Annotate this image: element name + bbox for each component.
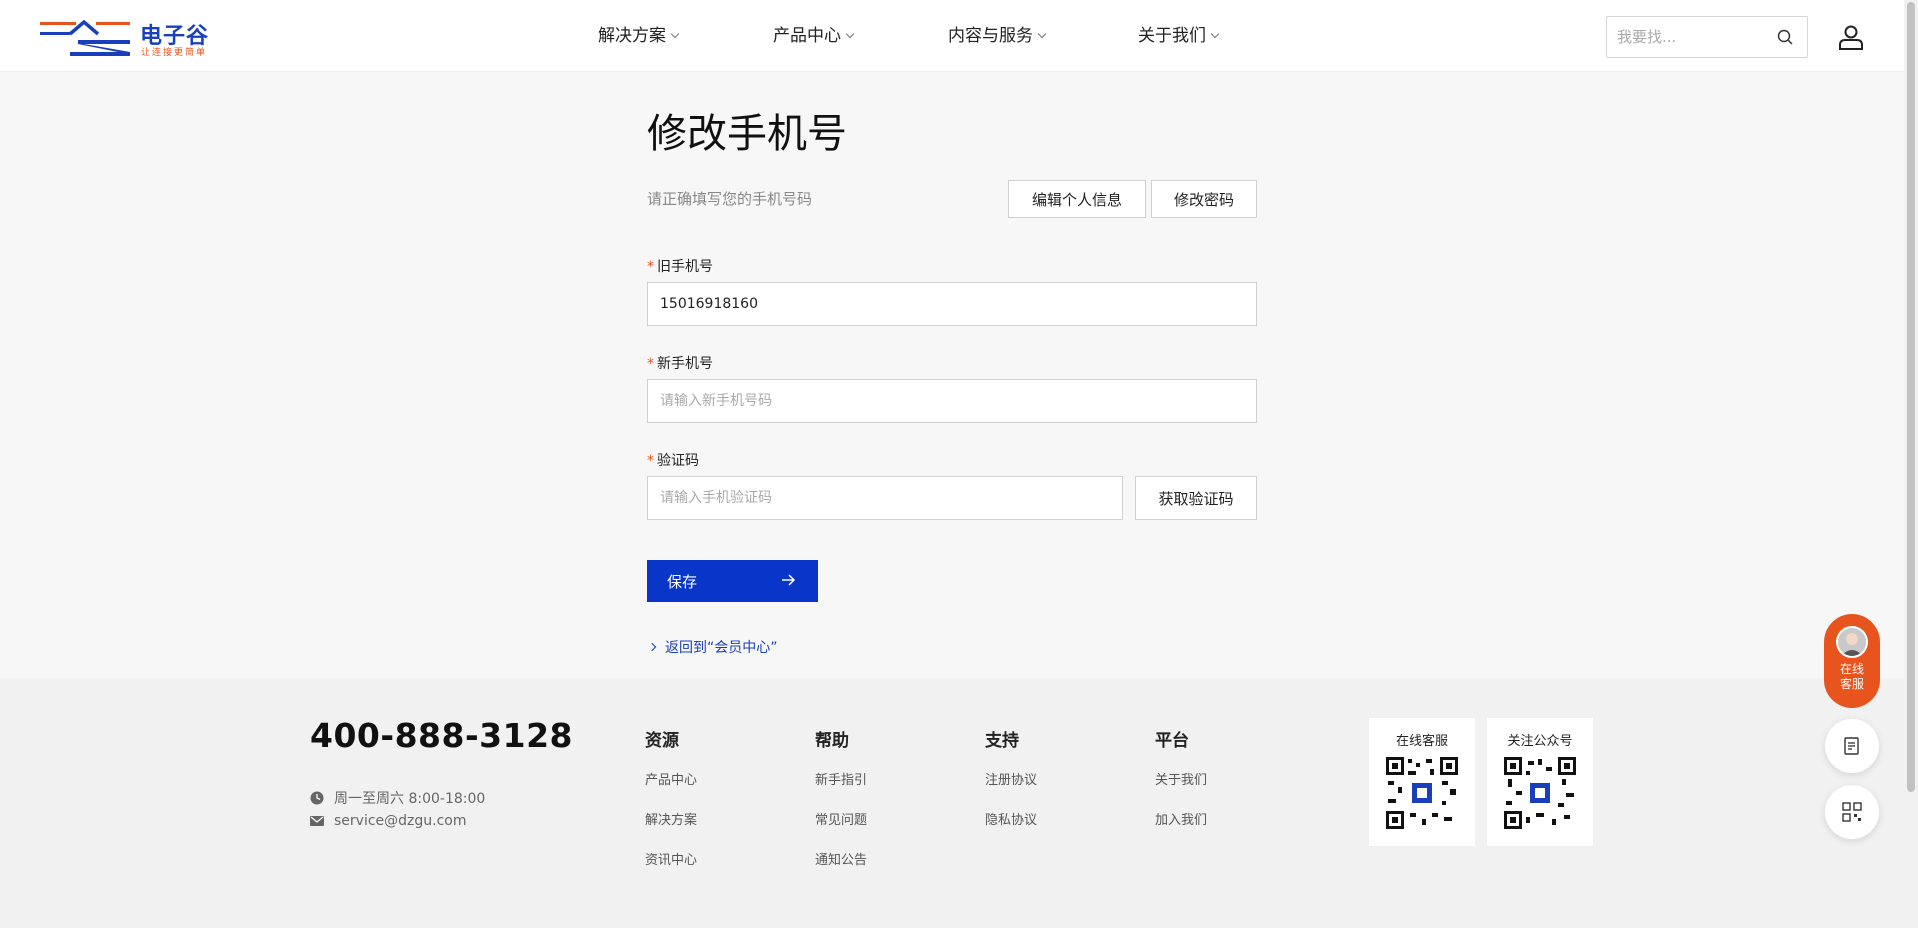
business-hours: 周一至周六 8:00-18:00 (310, 788, 485, 808)
chevron-down-icon (670, 29, 680, 39)
footer-col-help: 帮助 新手指引 常见问题 通知公告 (815, 726, 867, 891)
nav-item-label: 关于我们 (1138, 26, 1206, 46)
feedback-float-button[interactable] (1825, 719, 1879, 773)
scrollbar-thumb[interactable] (1907, 2, 1915, 792)
site-header: 电子谷 让连接更简单 解决方案 产品中心 内容与服务 关于我们 (0, 0, 1904, 72)
service-email-text[interactable]: service@dzgu.com (334, 813, 467, 829)
search-input[interactable] (1617, 17, 1767, 57)
save-button-label: 保存 (667, 572, 698, 591)
footer-link[interactable]: 通知公告 (815, 851, 867, 891)
chevron-down-icon (1210, 29, 1220, 39)
nav-item-solutions[interactable]: 解决方案 (598, 0, 773, 72)
logo-slogan: 让连接更简单 (141, 48, 208, 58)
footer-col-platform: 平台 关于我们 加入我们 (1155, 726, 1207, 851)
chevron-down-icon (1037, 29, 1047, 39)
qr-code-icon (1504, 757, 1576, 829)
document-icon (1844, 737, 1859, 755)
save-button[interactable]: 保存 (647, 560, 818, 602)
user-icon[interactable] (1838, 24, 1864, 50)
main-nav: 解决方案 产品中心 内容与服务 关于我们 (598, 0, 1238, 72)
old-phone-input[interactable] (647, 282, 1257, 326)
page-subtitle: 请正确填写您的手机号码 (647, 190, 813, 208)
old-phone-label: * 旧手机号 (647, 256, 713, 276)
back-link-text: 返回到“会员中心” (665, 640, 778, 656)
required-mark: * (647, 259, 654, 275)
verification-code-input[interactable] (647, 476, 1123, 520)
arrow-right-icon (782, 574, 796, 586)
service-label: 在线客服 (1839, 662, 1864, 691)
footer-link[interactable]: 新手指引 (815, 771, 867, 811)
business-hours-text: 周一至周六 8:00-18:00 (334, 791, 486, 807)
footer-link[interactable]: 常见问题 (815, 811, 867, 851)
footer-link[interactable]: 资讯中心 (645, 851, 697, 891)
online-service-float-button[interactable]: 在线客服 (1824, 614, 1880, 708)
clock-icon (310, 791, 324, 805)
old-phone-label-text: 旧手机号 (657, 259, 713, 275)
qr-title: 关注公众号 (1507, 734, 1573, 749)
footer-col-support: 支持 注册协议 隐私协议 (985, 726, 1037, 851)
mail-icon (310, 816, 324, 826)
new-phone-input[interactable] (647, 379, 1257, 423)
qr-code-icon (1842, 802, 1862, 822)
logo-mark-icon (40, 19, 130, 56)
code-label-text: 验证码 (657, 453, 699, 469)
back-to-member-center-link[interactable]: 返回到“会员中心” (647, 637, 778, 657)
chevron-down-icon (845, 29, 855, 39)
nav-item-label: 解决方案 (598, 26, 666, 46)
required-mark: * (647, 356, 654, 372)
new-phone-label: * 新手机号 (647, 353, 713, 373)
footer-link[interactable]: 加入我们 (1155, 811, 1207, 851)
hotline-phone: 400-888-3128 (310, 716, 574, 755)
nav-item-products[interactable]: 产品中心 (773, 0, 948, 72)
qr-float-button[interactable] (1825, 785, 1879, 839)
footer-link[interactable]: 注册协议 (985, 771, 1037, 811)
site-footer: 400-888-3128 周一至周六 8:00-18:00 service@dz… (0, 678, 1904, 928)
qr-title: 在线客服 (1395, 734, 1448, 749)
chevron-right-icon (647, 642, 657, 652)
avatar-icon (1838, 628, 1866, 656)
page-title: 修改手机号 (647, 111, 847, 157)
get-code-button[interactable]: 获取验证码 (1135, 476, 1257, 520)
nav-item-label: 产品中心 (773, 26, 841, 46)
change-phone-form: 修改手机号 请正确填写您的手机号码 编辑个人信息 修改密码 *旧手机号 *新手机… (647, 110, 1257, 656)
service-email: service@dzgu.com (310, 813, 467, 829)
qr-code-icon (1386, 757, 1458, 829)
footer-link[interactable]: 关于我们 (1155, 771, 1207, 811)
footer-link[interactable]: 隐私协议 (985, 811, 1037, 851)
qr-online-service: 在线客服 (1369, 718, 1475, 846)
logo[interactable]: 电子谷 让连接更简单 (40, 16, 220, 58)
footer-col-title: 帮助 (815, 731, 849, 751)
new-phone-label-text: 新手机号 (657, 356, 713, 372)
qr-official-account: 关注公众号 (1487, 718, 1593, 846)
page-scrollbar[interactable] (1904, 0, 1918, 928)
service-avatar (1836, 626, 1868, 658)
search-icon[interactable] (1777, 29, 1793, 45)
nav-item-about[interactable]: 关于我们 (1138, 0, 1238, 72)
search-box (1606, 16, 1808, 58)
footer-col-title: 平台 (1155, 731, 1189, 751)
footer-link[interactable]: 解决方案 (645, 811, 697, 851)
nav-item-content-services[interactable]: 内容与服务 (948, 0, 1138, 72)
footer-col-title: 资源 (645, 731, 679, 751)
edit-profile-button[interactable]: 编辑个人信息 (1008, 180, 1146, 218)
footer-link[interactable]: 产品中心 (645, 771, 697, 811)
nav-item-label: 内容与服务 (948, 26, 1033, 46)
change-password-button[interactable]: 修改密码 (1151, 180, 1257, 218)
required-mark: * (647, 453, 654, 469)
footer-col-title: 支持 (985, 731, 1019, 751)
footer-col-resources: 资源 产品中心 解决方案 资讯中心 (645, 726, 697, 891)
code-label: * 验证码 (647, 450, 699, 470)
